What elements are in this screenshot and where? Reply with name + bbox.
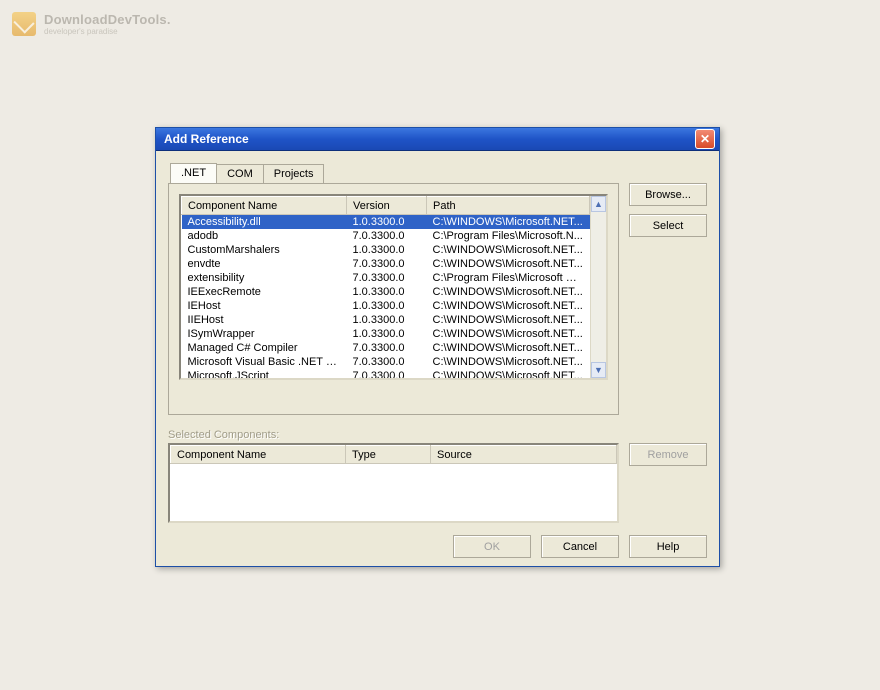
- watermark-title: DownloadDevTools.: [44, 12, 171, 27]
- cell-version: 1.0.3300.0: [347, 327, 427, 341]
- cell-path: C:\Program Files\Microsoft Vi...: [427, 271, 590, 285]
- cell-path: C:\WINDOWS\Microsoft.NET...: [427, 215, 590, 229]
- cell-name: IEExecRemote: [182, 285, 347, 299]
- components-table: Component Name Version Path Accessibilit…: [181, 196, 590, 378]
- tab-com[interactable]: COM: [216, 164, 264, 183]
- dialog-title: Add Reference: [164, 132, 695, 146]
- cell-version: 1.0.3300.0: [347, 313, 427, 327]
- close-button[interactable]: ✕: [695, 129, 715, 149]
- column-header-path[interactable]: Path: [427, 197, 590, 215]
- tab-host: .NET COM Projects Component Name: [168, 161, 619, 415]
- cell-name: Accessibility.dll: [182, 215, 347, 229]
- download-icon: [12, 12, 36, 36]
- scroll-down-button[interactable]: ▼: [591, 362, 606, 378]
- table-row[interactable]: Managed C# Compiler7.0.3300.0C:\WINDOWS\…: [182, 341, 590, 355]
- cell-version: 7.0.3300.0: [347, 257, 427, 271]
- table-row[interactable]: adodb7.0.3300.0C:\Program Files\Microsof…: [182, 229, 590, 243]
- tab-strip: .NET COM Projects: [170, 161, 619, 183]
- add-reference-dialog: Add Reference ✕ .NET COM Projects: [155, 127, 720, 567]
- cell-path: C:\Program Files\Microsoft.N...: [427, 229, 590, 243]
- cell-version: 7.0.3300.0: [347, 369, 427, 379]
- browse-button[interactable]: Browse...: [629, 183, 707, 206]
- table-row[interactable]: IIEHost1.0.3300.0C:\WINDOWS\Microsoft.NE…: [182, 313, 590, 327]
- scroll-up-button[interactable]: ▲: [591, 196, 606, 212]
- cell-version: 1.0.3300.0: [347, 299, 427, 313]
- close-icon: ✕: [700, 132, 710, 146]
- cell-name: IEHost: [182, 299, 347, 313]
- scroll-track[interactable]: [591, 212, 606, 362]
- cell-name: ISymWrapper: [182, 327, 347, 341]
- tab-net[interactable]: .NET: [170, 163, 217, 183]
- selected-components-listbox[interactable]: Component Name Type Source: [168, 443, 619, 523]
- table-row[interactable]: CustomMarshalers1.0.3300.0C:\WINDOWS\Mic…: [182, 243, 590, 257]
- cell-name: Microsoft.JScript: [182, 369, 347, 379]
- sel-column-source[interactable]: Source: [431, 446, 617, 464]
- cell-path: C:\WINDOWS\Microsoft.NET...: [427, 243, 590, 257]
- table-row[interactable]: IEHost1.0.3300.0C:\WINDOWS\Microsoft.NET…: [182, 299, 590, 313]
- cell-path: C:\WINDOWS\Microsoft.NET...: [427, 285, 590, 299]
- cell-version: 1.0.3300.0: [347, 285, 427, 299]
- cell-name: envdte: [182, 257, 347, 271]
- cell-name: CustomMarshalers: [182, 243, 347, 257]
- cell-version: 7.0.3300.0: [347, 229, 427, 243]
- cell-name: IIEHost: [182, 313, 347, 327]
- watermark-subtitle: developer's paradise: [44, 27, 171, 36]
- table-row[interactable]: extensibility7.0.3300.0C:\Program Files\…: [182, 271, 590, 285]
- cell-path: C:\WINDOWS\Microsoft.NET...: [427, 327, 590, 341]
- cell-version: 7.0.3300.0: [347, 355, 427, 369]
- ok-button[interactable]: OK: [453, 535, 531, 558]
- cell-path: C:\WINDOWS\Microsoft.NET...: [427, 299, 590, 313]
- column-header-name[interactable]: Component Name: [182, 197, 347, 215]
- cell-path: C:\WINDOWS\Microsoft.NET...: [427, 313, 590, 327]
- cell-version: 7.0.3300.0: [347, 271, 427, 285]
- cell-name: adodb: [182, 229, 347, 243]
- cell-name: Managed C# Compiler: [182, 341, 347, 355]
- tab-panel: Component Name Version Path Accessibilit…: [168, 183, 619, 415]
- chevron-down-icon: ▼: [594, 365, 603, 375]
- table-row[interactable]: Microsoft.JScript7.0.3300.0C:\WINDOWS\Mi…: [182, 369, 590, 379]
- scrollbar[interactable]: ▲ ▼: [590, 196, 606, 378]
- tab-projects[interactable]: Projects: [263, 164, 325, 183]
- table-row[interactable]: envdte7.0.3300.0C:\WINDOWS\Microsoft.NET…: [182, 257, 590, 271]
- titlebar[interactable]: Add Reference ✕: [156, 128, 719, 151]
- components-listbox: Component Name Version Path Accessibilit…: [179, 194, 608, 380]
- cell-name: extensibility: [182, 271, 347, 285]
- cell-path: C:\WINDOWS\Microsoft.NET...: [427, 257, 590, 271]
- cell-version: 1.0.3300.0: [347, 215, 427, 229]
- selected-components-label: Selected Components:: [168, 429, 707, 441]
- select-button[interactable]: Select: [629, 214, 707, 237]
- sel-column-type[interactable]: Type: [346, 446, 431, 464]
- table-row[interactable]: IEExecRemote1.0.3300.0C:\WINDOWS\Microso…: [182, 285, 590, 299]
- cell-name: Microsoft Visual Basic .NET Ru...: [182, 355, 347, 369]
- table-row[interactable]: Microsoft Visual Basic .NET Ru...7.0.330…: [182, 355, 590, 369]
- sel-column-name[interactable]: Component Name: [171, 446, 346, 464]
- column-header-version[interactable]: Version: [347, 197, 427, 215]
- table-row[interactable]: ISymWrapper1.0.3300.0C:\WINDOWS\Microsof…: [182, 327, 590, 341]
- chevron-up-icon: ▲: [594, 199, 603, 209]
- cell-path: C:\WINDOWS\Microsoft.NET...: [427, 341, 590, 355]
- cell-version: 7.0.3300.0: [347, 341, 427, 355]
- cell-path: C:\WINDOWS\Microsoft.NET...: [427, 369, 590, 379]
- watermark: DownloadDevTools. developer's paradise: [12, 12, 171, 36]
- help-button[interactable]: Help: [629, 535, 707, 558]
- cell-version: 1.0.3300.0: [347, 243, 427, 257]
- table-row[interactable]: Accessibility.dll1.0.3300.0C:\WINDOWS\Mi…: [182, 215, 590, 229]
- cell-path: C:\WINDOWS\Microsoft.NET...: [427, 355, 590, 369]
- cancel-button[interactable]: Cancel: [541, 535, 619, 558]
- remove-button[interactable]: Remove: [629, 443, 707, 466]
